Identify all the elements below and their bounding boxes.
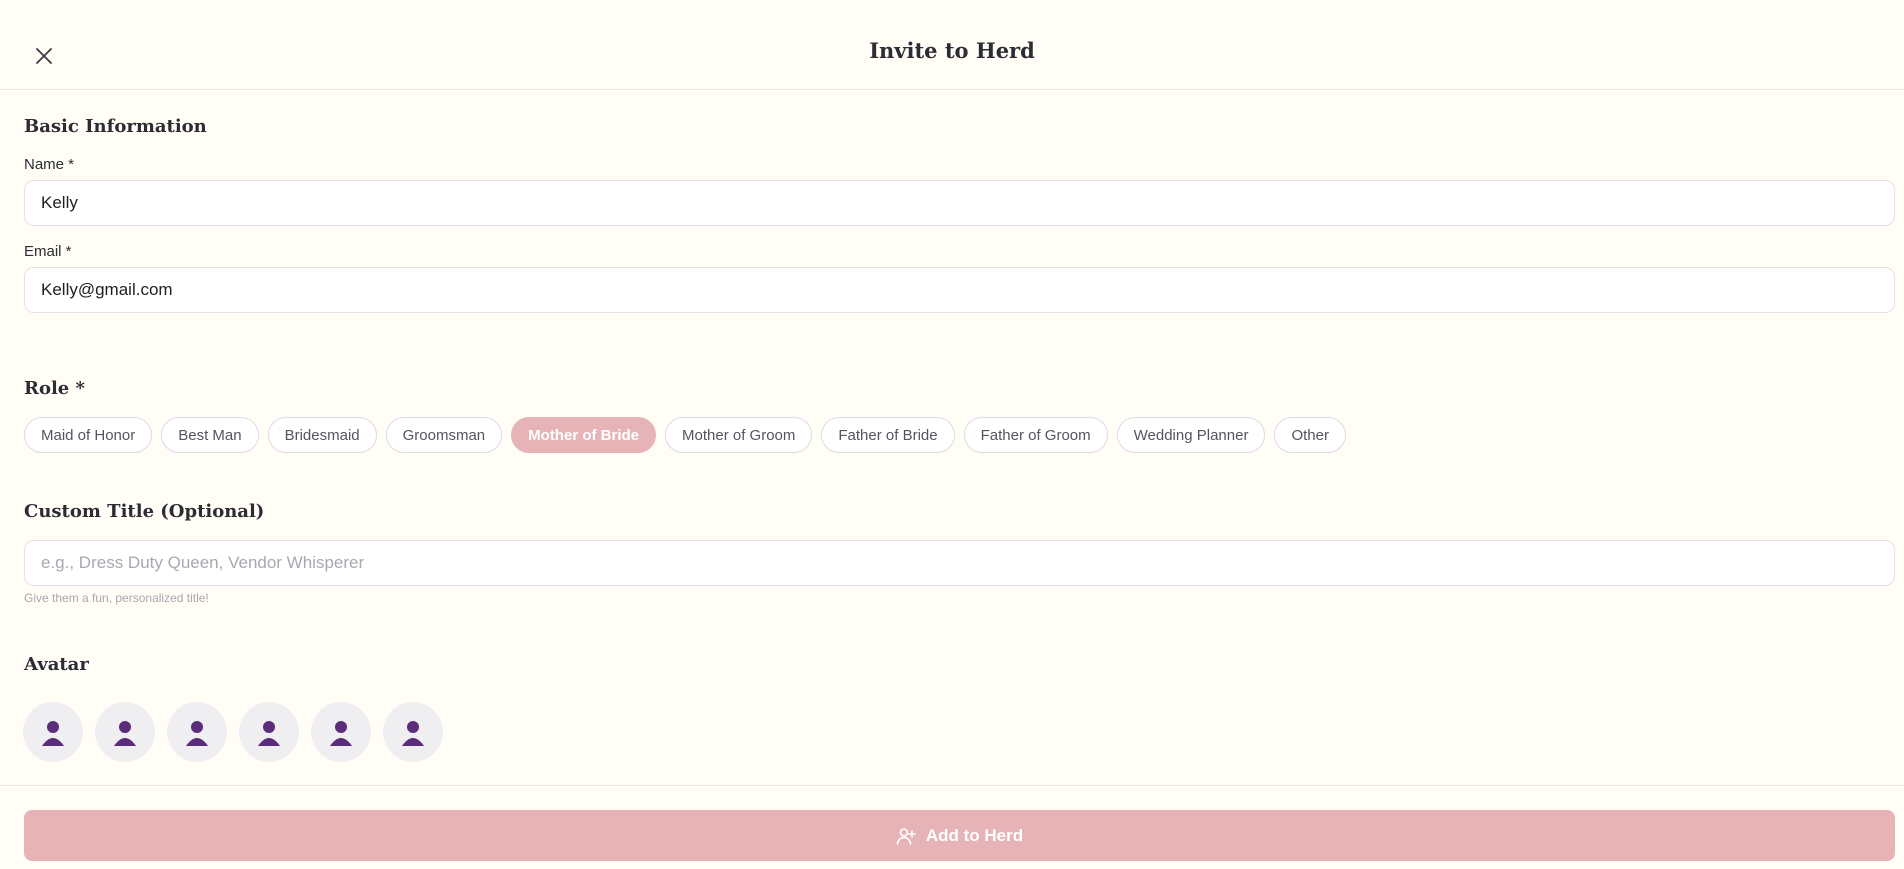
role-chip-other[interactable]: Other (1274, 417, 1346, 453)
role-heading: Role * (24, 378, 85, 399)
avatar-option[interactable] (383, 702, 443, 762)
role-chip-best-man[interactable]: Best Man (161, 417, 259, 453)
add-to-herd-button[interactable]: Add to Herd (24, 810, 1895, 861)
custom-title-input[interactable] (24, 540, 1895, 586)
avatar-option[interactable] (95, 702, 155, 762)
custom-title-heading: Custom Title (Optional) (24, 501, 265, 522)
avatar-heading: Avatar (24, 654, 89, 675)
role-chip-bridesmaid[interactable]: Bridesmaid (267, 417, 377, 453)
basic-info-heading: Basic Information (24, 116, 207, 137)
person-icon (330, 721, 352, 746)
role-chip-mother-of-groom[interactable]: Mother of Groom (665, 417, 813, 453)
role-chip-father-of-bride[interactable]: Father of Bride (821, 417, 955, 453)
footer-divider (0, 785, 1904, 786)
email-label: Email * (24, 243, 72, 260)
avatar-option[interactable] (239, 702, 299, 762)
modal-header: Invite to Herd (0, 0, 1904, 90)
role-chip-wedding-planner[interactable]: Wedding Planner (1116, 417, 1266, 453)
role-chip-maid-of-honor[interactable]: Maid of Honor (24, 417, 153, 453)
avatar-option[interactable] (167, 702, 227, 762)
avatar-option[interactable] (311, 702, 371, 762)
name-input[interactable] (24, 180, 1895, 226)
person-icon (258, 721, 280, 746)
name-label: Name * (24, 156, 75, 173)
person-icon (114, 721, 136, 746)
avatar-options (23, 702, 443, 762)
person-icon (186, 721, 208, 746)
avatar-option[interactable] (23, 702, 83, 762)
role-chip-mother-of-bride[interactable]: Mother of Bride (511, 417, 656, 453)
add-to-herd-label: Add to Herd (925, 825, 1024, 845)
person-icon (402, 721, 424, 746)
role-chip-father-of-groom[interactable]: Father of Groom (963, 417, 1108, 453)
role-chip-group: Maid of Honor Best Man Bridesmaid Grooms… (24, 417, 1346, 453)
modal-title: Invite to Herd (869, 38, 1035, 63)
email-input[interactable] (24, 267, 1895, 313)
person-icon (42, 721, 64, 746)
custom-title-hint: Give them a fun, personalized title! (24, 591, 209, 605)
user-plus-icon (896, 827, 916, 845)
role-chip-groomsman[interactable]: Groomsman (385, 417, 503, 453)
